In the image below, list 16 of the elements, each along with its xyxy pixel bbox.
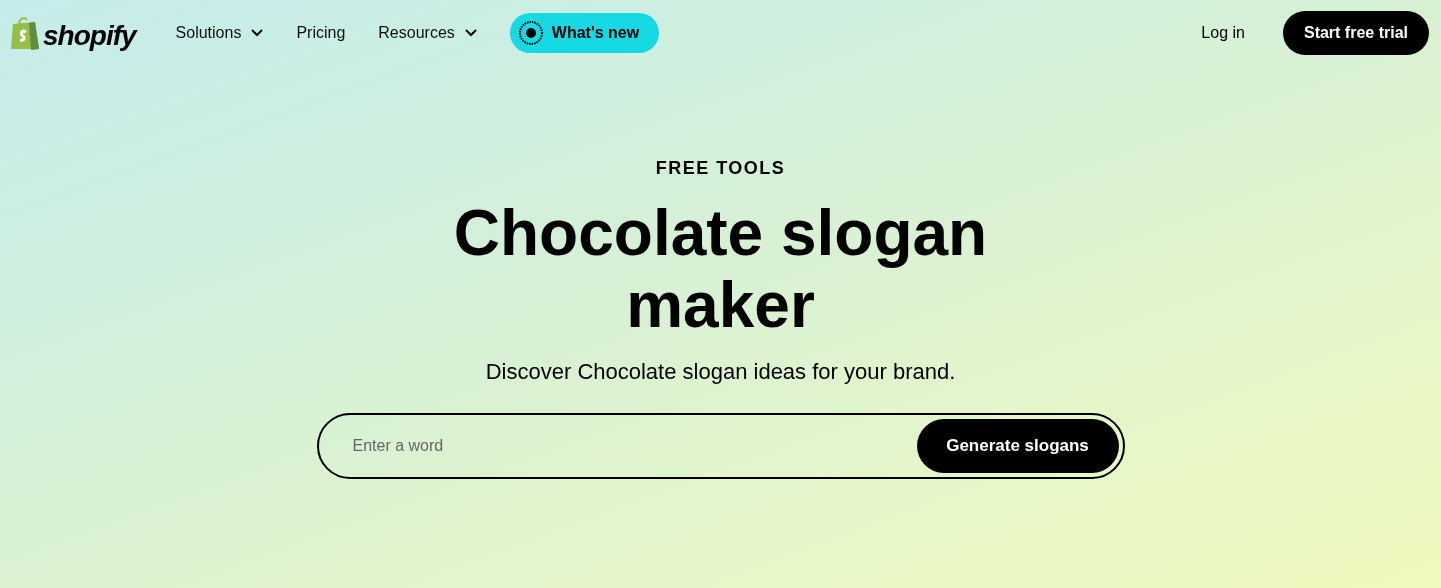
nav-link[interactable]: Solutions: [175, 24, 264, 42]
whats-new-button[interactable]: What's new: [509, 13, 660, 53]
eyebrow-text: FREE TOOLS: [655, 158, 786, 179]
page-title: Chocolate slogan maker: [452, 197, 989, 341]
nav-link[interactable]: Pricing: [296, 24, 346, 42]
nav-link[interactable]: Resources: [378, 24, 477, 42]
shopping-bag-icon: [9, 15, 41, 51]
logo-text[interactable]: shopify: [43, 21, 136, 51]
badge-icon: [517, 20, 544, 46]
login-link[interactable]: Log in: [1201, 24, 1245, 42]
start-trial-button[interactable]: Start free trial: [1282, 11, 1429, 55]
chevron-down-icon: [464, 29, 477, 37]
chevron-down-icon: [251, 29, 264, 37]
generate-button[interactable]: Generate slogans: [916, 419, 1119, 473]
search-field[interactable]: Enter a word Generate slogans: [316, 413, 1125, 479]
subtitle-text: Discover Chocolate slogan ideas for your brand.: [485, 359, 956, 385]
